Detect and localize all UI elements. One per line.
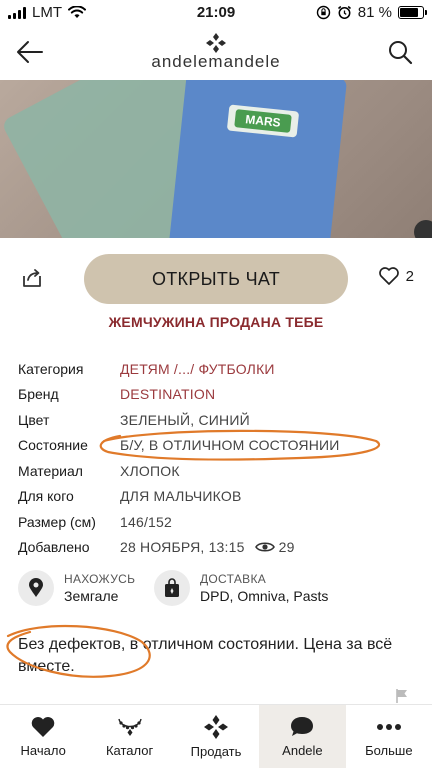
nav-header: andelemandele [0,26,432,80]
chat-bubble-icon [291,717,314,736]
detail-value: ЗЕЛЕНЫЙ, СИНИЙ [120,411,250,428]
report-flag-icon[interactable] [394,688,410,704]
tab-label: Начало [20,743,66,758]
alarm-icon [337,5,351,19]
detail-label: Бренд [18,386,59,403]
detail-value: ДЛЯ МАЛЬЧИКОВ [120,488,242,505]
heart-icon [31,717,55,737]
sell-diamond-icon [204,715,229,739]
status-right: 81 % [316,4,427,21]
tab-home[interactable]: Начало [0,705,86,768]
detail-row-material: Материал ХЛОПОК [18,458,418,484]
views-counter: 29 [254,539,295,556]
tab-andele[interactable]: Andele [259,705,346,768]
battery-percent: 81 % [357,4,392,21]
logo-text: andelemandele [151,52,281,71]
more-dots-icon [376,724,401,730]
detail-row-added: Добавлено 28 НОЯБРЯ, 13:15 29 [18,535,418,561]
detail-label: Состояние [18,437,88,454]
info-row: НАХОЖУСЬ Земгале ДОСТАВКА DPD, Omniva, P… [18,570,418,614]
location-value: Земгале [64,588,119,604]
detail-row-brand: Бренд DESTINATION [18,382,418,408]
like-count: 2 [405,267,414,285]
brand-link[interactable]: DESTINATION [120,386,215,402]
logo-mark-icon [206,33,226,53]
detail-label: Размер (см) [18,513,96,530]
location-pin-icon [18,570,54,606]
necklace-icon [117,718,142,736]
detail-label: Цвет [18,411,50,428]
app-logo[interactable]: andelemandele [0,32,432,72]
location-title: НАХОЖУСЬ [64,572,136,586]
tab-sell[interactable]: Продать [173,705,259,768]
detail-row-color: Цвет ЗЕЛЕНЫЙ, СИНИЙ [18,407,418,433]
shirt-print-text: MARS [234,109,292,133]
delivery-block: ДОСТАВКА DPD, Omniva, Pasts [154,570,328,606]
detail-row-audience: Для кого ДЛЯ МАЛЬЧИКОВ [18,484,418,510]
blue-shirt-shape [162,80,348,238]
action-row: ОТКРЫТЬ ЧАТ 2 [0,254,432,304]
heart-outline-icon [378,267,399,285]
detail-value: ХЛОПОК [120,462,180,479]
tab-label: Больше [365,743,413,758]
tab-bar: Начало Каталог Продать Andele Больше [0,704,432,768]
details-list: Категория ДЕТЯМ /.../ ФУТБОЛКИ Бренд DES… [18,356,418,560]
status-bar: LMT 21:09 81 % [0,0,432,26]
item-description: Без дефектов, в отличном состоянии. Цена… [18,636,393,675]
battery-icon [398,6,427,19]
delivery-value: DPD, Omniva, Pasts [200,588,329,604]
detail-value: Б/У, В ОТЛИЧНОМ СОСТОЯНИИ [120,437,340,454]
category-link[interactable]: ДЕТЯМ /.../ ФУТБОЛКИ [120,361,275,377]
sold-note: ЖЕМЧУЖИНА ПРОДАНА ТЕБЕ [108,314,324,330]
detail-value: 28 НОЯБРЯ, 13:15 [120,539,245,556]
detail-label: Добавлено [18,539,90,556]
share-icon[interactable] [20,266,44,290]
product-image[interactable]: MARS [0,80,432,238]
open-chat-button[interactable]: ОТКРЫТЬ ЧАТ [84,254,348,304]
location-block: НАХОЖУСЬ Земгале [18,570,135,606]
detail-row-category: Категория ДЕТЯМ /.../ ФУТБОЛКИ [18,356,418,382]
delivery-title: ДОСТАВКА [200,572,267,586]
rotation-lock-icon [316,5,330,20]
detail-row-size: Размер (см) 146/152 [18,509,418,535]
eye-icon [254,542,275,552]
tab-label: Andele [282,743,323,758]
tab-catalog[interactable]: Каталог [86,705,172,768]
detail-value: 146/152 [120,513,173,530]
detail-row-condition: Состояние Б/У, В ОТЛИЧНОМ СОСТОЯНИИ [18,433,418,459]
detail-label: Материал [18,462,83,479]
gallery-indicator [414,220,432,238]
tab-label: Каталог [105,743,154,758]
detail-label: Для кого [18,488,74,505]
tab-more[interactable]: Больше [346,705,432,768]
tab-label: Продать [190,744,242,759]
detail-label: Категория [18,360,84,377]
shopping-bag-icon [154,570,190,606]
views-count: 29 [278,539,295,556]
search-icon[interactable] [386,38,414,66]
like-button[interactable]: 2 [378,266,414,286]
